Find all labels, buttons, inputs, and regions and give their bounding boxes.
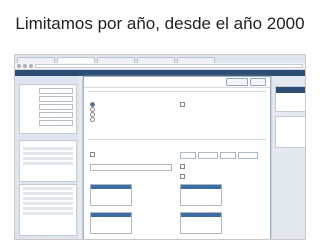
limit-results-section <box>88 139 266 239</box>
search-input[interactable] <box>39 111 73 118</box>
document-type-list-2[interactable] <box>180 212 222 234</box>
browser-tab[interactable] <box>17 57 55 63</box>
right-links-box <box>275 116 305 148</box>
publication-year-input[interactable] <box>198 152 218 159</box>
facet-panel <box>19 184 77 236</box>
app-body <box>15 76 305 239</box>
search-input[interactable] <box>39 103 73 110</box>
browser-tab[interactable] <box>137 57 175 63</box>
language-list[interactable] <box>180 184 222 206</box>
full-text-checkbox[interactable] <box>90 152 95 157</box>
search-button[interactable] <box>250 78 266 86</box>
journal-name-input[interactable] <box>90 164 172 171</box>
publication-month-select[interactable] <box>220 152 236 159</box>
forward-icon[interactable] <box>23 64 27 68</box>
reset-button[interactable] <box>226 78 248 86</box>
browser-address-bar <box>15 63 305 70</box>
browser-tab-bar <box>15 55 305 63</box>
browser-screenshot <box>14 54 306 240</box>
search-box-panel <box>19 84 77 134</box>
search-input[interactable] <box>39 95 73 102</box>
browser-tab[interactable] <box>97 57 135 63</box>
expander-checkbox[interactable] <box>180 102 185 107</box>
references-checkbox[interactable] <box>180 164 185 169</box>
browser-tab[interactable] <box>57 57 95 63</box>
url-field[interactable] <box>35 64 303 68</box>
publication-month-select[interactable] <box>180 152 196 159</box>
search-options-dialog <box>83 76 271 239</box>
publication-year-input[interactable] <box>238 152 258 159</box>
mode-radio[interactable] <box>90 117 95 122</box>
browser-tab[interactable] <box>177 57 215 63</box>
slide-title: Limitamos por año, desde el año 2000 <box>15 14 305 33</box>
back-icon[interactable] <box>17 64 21 68</box>
right-panel <box>273 76 305 239</box>
search-input[interactable] <box>39 87 73 94</box>
document-type-list[interactable] <box>90 212 132 234</box>
reload-icon[interactable] <box>29 64 33 68</box>
peer-reviewed-checkbox[interactable] <box>180 174 185 179</box>
refine-results-panel <box>19 140 77 182</box>
right-info-box <box>275 86 305 112</box>
dialog-header <box>84 77 270 88</box>
publication-type-list[interactable] <box>90 184 132 206</box>
search-input[interactable] <box>39 119 73 126</box>
search-modes-section <box>88 91 266 136</box>
left-panel <box>15 76 79 239</box>
